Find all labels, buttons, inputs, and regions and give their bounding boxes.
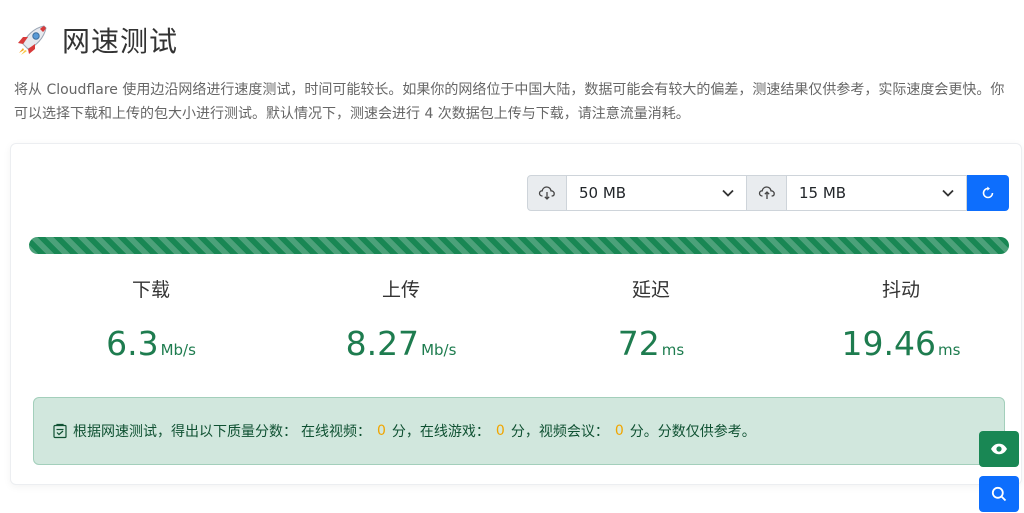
search-button[interactable] <box>979 476 1019 512</box>
upload-size-select[interactable]: 15 MB <box>787 175 967 211</box>
upload-cloud-icon <box>747 175 787 211</box>
metric-label: 下载 <box>131 279 170 301</box>
clipboard-icon <box>53 423 67 439</box>
chevron-down-icon <box>942 186 954 200</box>
metric-label: 延迟 <box>631 279 670 301</box>
metrics-row: 下载 6.3 Mb/s 上传 8.27 Mb/s 延迟 72 ms 抖动 19.46 m… <box>26 276 1024 370</box>
metric-value: 6.3 Mb/s <box>106 324 196 363</box>
game-score: 0 <box>495 423 505 439</box>
search-icon <box>991 486 1007 502</box>
game-suffix: 分，视频会议： <box>510 424 609 440</box>
jitter-metric: 抖动 19.46 ms <box>776 276 1024 370</box>
eye-icon <box>991 443 1007 455</box>
speedtest-page: 网速测试 将从 Cloudflare 使用边沿网络进行速度测试，时间可能较长。如… <box>0 0 1024 513</box>
quality-score-alert: 根据网速测试，得出以下质量分数： 在线视频： 0 分，在线游戏： 0 分，视频会… <box>33 397 1005 465</box>
metric-value: 19.46 ms <box>841 324 961 363</box>
video-label: 在线视频： <box>301 424 371 440</box>
title-row: 网速测试 <box>14 20 178 60</box>
page-title: 网速测试 <box>62 25 179 58</box>
metric-label: 抖动 <box>881 279 920 301</box>
test-progress-bar <box>29 237 1009 254</box>
meeting-score: 0 <box>614 423 624 439</box>
latency-metric: 延迟 72 ms <box>526 276 776 370</box>
video-score: 0 <box>377 423 386 439</box>
page-description: 将从 Cloudflare 使用边沿网络进行速度测试，时间可能较长。如果你的网络… <box>14 82 1005 122</box>
speedtest-card: 50 MB 15 MB 下载 6.3 Mb/s 上传 8.27 Mb/s 延迟 … <box>10 143 1022 485</box>
metric-value: 8.27 Mb/s <box>345 324 457 363</box>
quality-prefix: 根据网速测试，得出以下质量分数： <box>73 424 297 440</box>
restart-test-button[interactable] <box>967 175 1009 211</box>
metric-value: 72 ms <box>617 324 685 363</box>
meeting-suffix: 分。分数仅供参考。 <box>629 424 756 440</box>
metric-label: 上传 <box>381 279 420 301</box>
chevron-down-icon <box>722 186 734 200</box>
download-metric: 下载 6.3 Mb/s <box>26 276 276 370</box>
rocket-icon <box>18 25 47 55</box>
size-selectors: 50 MB 15 MB <box>527 175 1009 211</box>
download-cloud-icon <box>527 175 567 211</box>
download-size-select[interactable]: 50 MB <box>567 175 747 211</box>
video-suffix: 分，在线游戏： <box>391 424 490 440</box>
toggle-visibility-button[interactable] <box>979 431 1019 467</box>
progress-fill <box>29 237 1009 254</box>
refresh-icon <box>982 186 994 199</box>
upload-size-value: 15 MB <box>799 184 847 202</box>
download-size-value: 50 MB <box>579 184 627 202</box>
upload-metric: 上传 8.27 Mb/s <box>276 276 526 370</box>
